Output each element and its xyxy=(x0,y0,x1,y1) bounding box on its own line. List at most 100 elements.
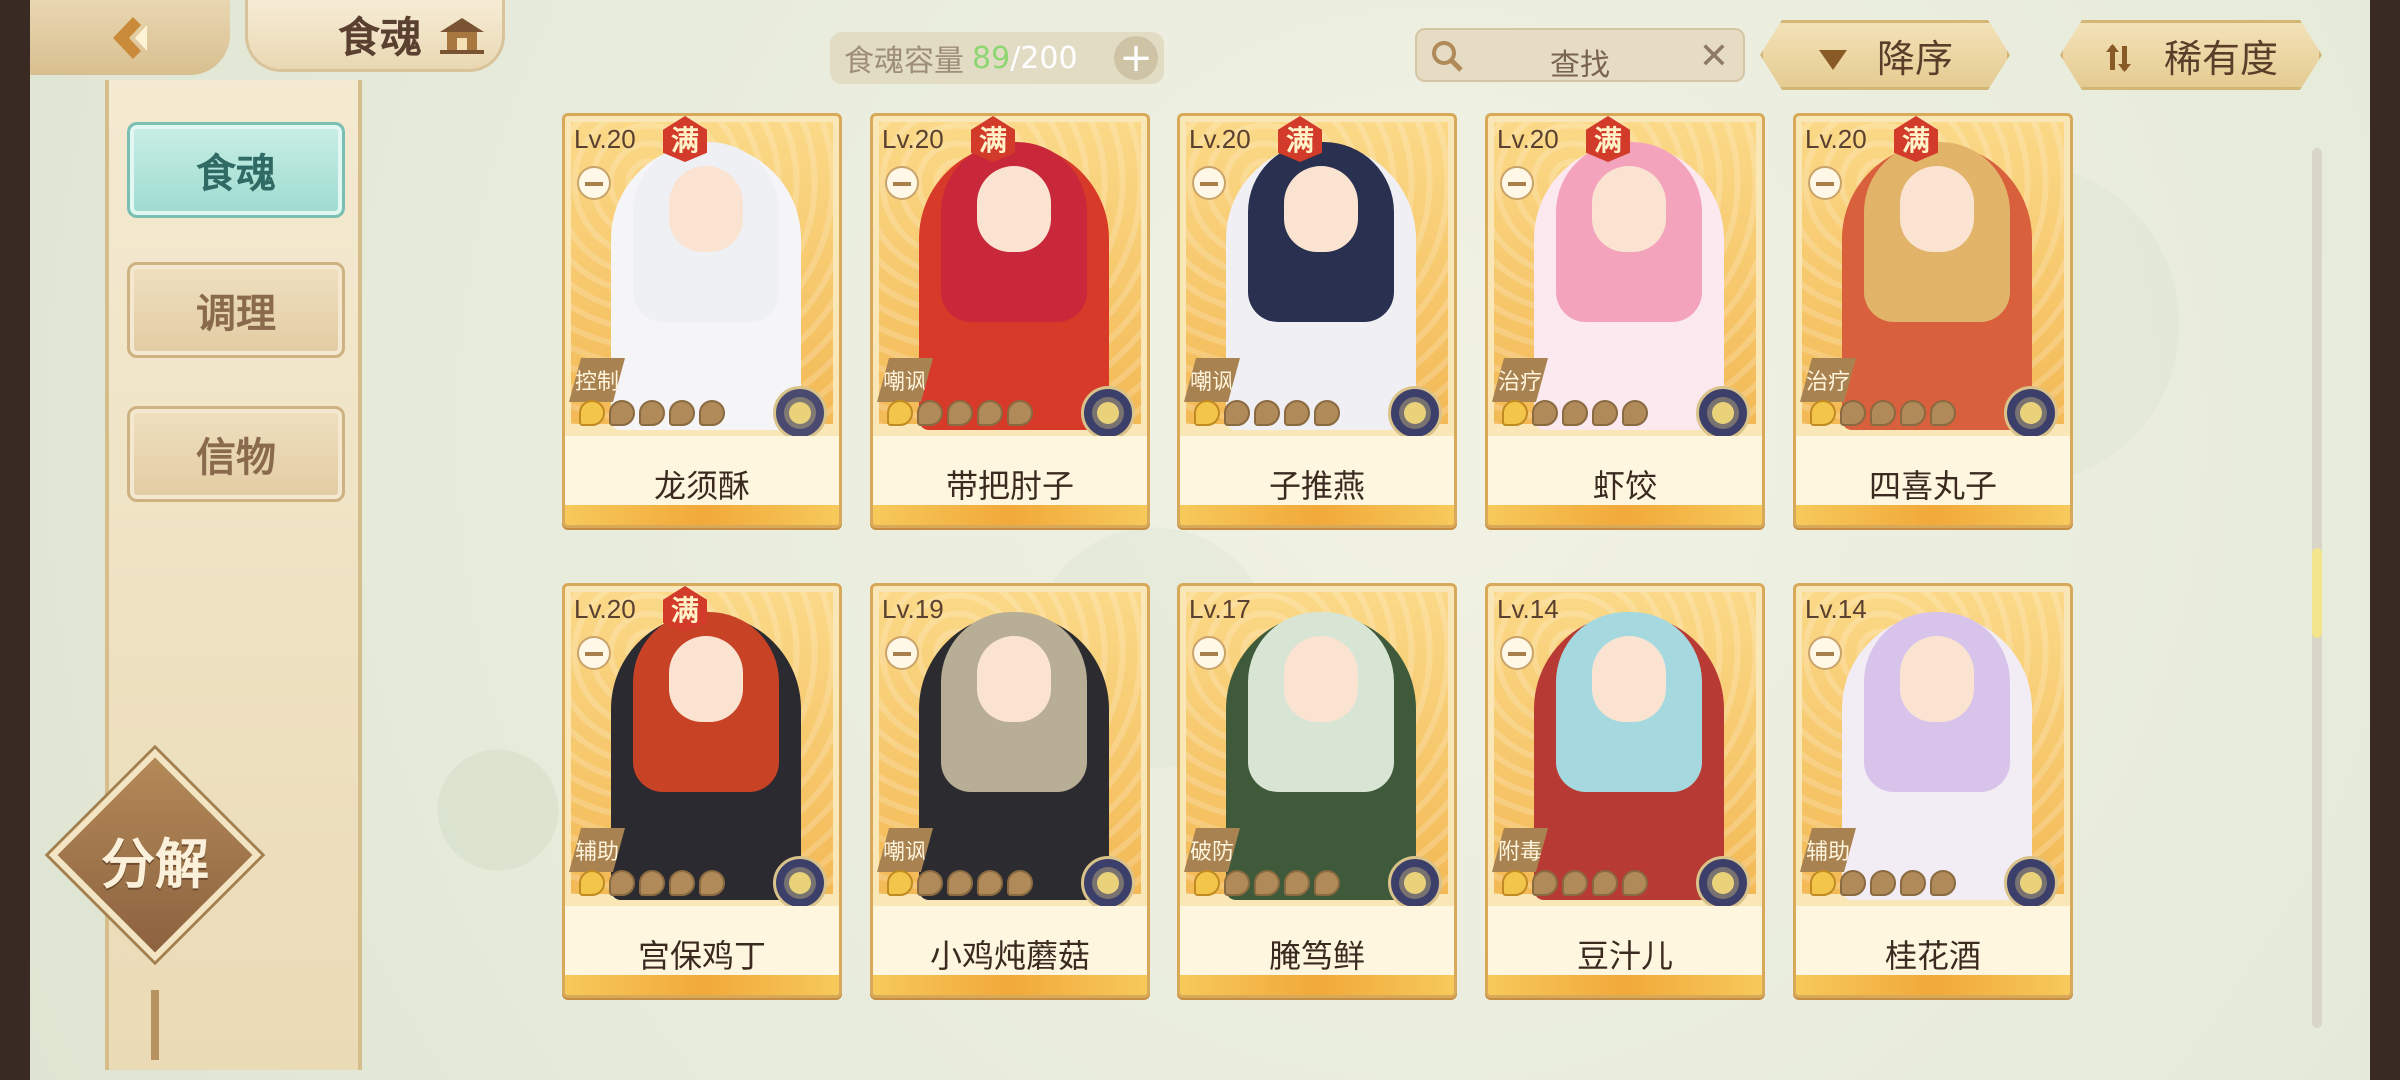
food-soul-card[interactable]: Lv.20 满 治疗 四喜丸子 xyxy=(1793,113,2073,528)
card-bottom-band xyxy=(873,975,1147,995)
back-button[interactable] xyxy=(30,0,230,75)
star-icon xyxy=(1007,870,1033,896)
star-icon xyxy=(917,400,943,426)
character-face xyxy=(1592,166,1666,252)
star-icon xyxy=(1592,400,1618,426)
scrollbar[interactable] xyxy=(2312,148,2322,1028)
star-icon xyxy=(1502,870,1528,896)
star-icon xyxy=(1930,870,1956,896)
character-name: 带把肘子 xyxy=(945,467,1074,505)
swap-icon xyxy=(2104,39,2136,71)
card-bottom-band xyxy=(1488,975,1762,995)
bowl-icon xyxy=(577,166,611,200)
star-icon xyxy=(1870,870,1896,896)
star-icon xyxy=(699,400,725,426)
level-label: Lv.20 xyxy=(1189,124,1251,154)
character-name: 四喜丸子 xyxy=(1868,467,1997,505)
level-label: Lv.14 xyxy=(1497,594,1559,624)
scrollbar-thumb[interactable] xyxy=(2312,548,2322,638)
decompose-label[interactable]: 分解 xyxy=(75,820,235,899)
star-rating xyxy=(1194,400,1340,426)
star-icon xyxy=(639,870,665,896)
game-screen: 食魂 食魂容量 89 / 200 + 查找 ✕ 降序 稀有度 食魂 调理 信物 … xyxy=(30,0,2370,1080)
star-icon xyxy=(1254,870,1280,896)
home-icon[interactable] xyxy=(440,18,484,54)
food-soul-card[interactable]: Lv.20 满 嘲讽 带把肘子 xyxy=(870,113,1150,528)
capacity-indicator: 食魂容量 89 / 200 + xyxy=(830,32,1164,84)
star-icon xyxy=(579,870,605,896)
element-icon xyxy=(1081,856,1135,910)
element-icon xyxy=(2004,386,2058,440)
sidebar-item-xinwu[interactable]: 信物 xyxy=(127,406,345,502)
card-bottom-band xyxy=(1796,505,2070,525)
sort-down-icon xyxy=(1817,39,1849,71)
card-bottom-band xyxy=(1180,975,1454,995)
bowl-icon xyxy=(1808,166,1842,200)
star-icon xyxy=(1810,870,1836,896)
character-face xyxy=(1284,636,1358,722)
card-bottom-band xyxy=(873,505,1147,525)
card-bottom-band xyxy=(565,505,839,525)
star-icon xyxy=(1870,400,1896,426)
star-rating xyxy=(1810,400,1956,426)
search-placeholder: 查找 xyxy=(1550,48,1610,83)
sort-order-button[interactable]: 降序 xyxy=(1760,20,2010,90)
search-field[interactable]: 查找 ✕ xyxy=(1415,28,1745,83)
food-soul-card[interactable]: Lv.20 满 辅助 宫保鸡丁 xyxy=(562,583,842,998)
title-tab: 食魂 xyxy=(245,0,505,72)
food-soul-card[interactable]: Lv.19 嘲讽 小鸡炖蘑菇 xyxy=(870,583,1150,998)
food-soul-card[interactable]: Lv.20 满 嘲讽 子推燕 xyxy=(1177,113,1457,528)
star-icon xyxy=(947,870,973,896)
star-rating xyxy=(887,400,1033,426)
star-icon xyxy=(1622,870,1648,896)
bowl-icon xyxy=(1192,166,1226,200)
level-label: Lv.20 xyxy=(574,124,636,154)
food-soul-card[interactable]: Lv.14 辅助 桂花酒 xyxy=(1793,583,2073,998)
star-icon xyxy=(1254,400,1280,426)
food-soul-card[interactable]: Lv.17 破防 腌笃鲜 xyxy=(1177,583,1457,998)
bowl-icon xyxy=(885,636,919,670)
food-soul-card[interactable]: Lv.14 附毒 豆汁儿 xyxy=(1485,583,1765,998)
add-capacity-button[interactable]: + xyxy=(1114,36,1158,80)
sidebar-item-shihun[interactable]: 食魂 xyxy=(127,122,345,218)
star-icon xyxy=(917,870,943,896)
food-soul-card[interactable]: Lv.20 满 治疗 虾饺 xyxy=(1485,113,1765,528)
back-arrow-icon xyxy=(103,11,157,65)
character-name: 桂花酒 xyxy=(1884,937,1981,975)
star-icon xyxy=(1224,400,1250,426)
star-icon xyxy=(977,400,1003,426)
star-icon xyxy=(1562,870,1588,896)
sort-order-label: 降序 xyxy=(1876,36,1953,81)
element-icon xyxy=(773,386,827,440)
star-icon xyxy=(1562,400,1588,426)
character-face xyxy=(669,636,743,722)
food-soul-card[interactable]: Lv.20 满 控制 龙须酥 xyxy=(562,113,842,528)
star-icon xyxy=(1532,400,1558,426)
star-icon xyxy=(1007,400,1033,426)
level-label: Lv.20 xyxy=(1805,124,1867,154)
star-icon xyxy=(947,400,973,426)
star-icon xyxy=(1900,400,1926,426)
card-bottom-band xyxy=(1180,505,1454,525)
level-label: Lv.20 xyxy=(1497,124,1559,154)
capacity-max: 200 xyxy=(1020,40,1078,76)
star-icon xyxy=(1532,870,1558,896)
bowl-icon xyxy=(885,166,919,200)
bowl-icon xyxy=(1500,636,1534,670)
character-face xyxy=(977,166,1051,252)
star-icon xyxy=(1314,400,1340,426)
character-face xyxy=(1900,166,1974,252)
star-icon xyxy=(1840,870,1866,896)
element-icon xyxy=(773,856,827,910)
element-icon xyxy=(1388,386,1442,440)
star-icon xyxy=(887,870,913,896)
star-icon xyxy=(1194,870,1220,896)
star-rating xyxy=(1810,870,1956,896)
sidebar-item-tiaoli[interactable]: 调理 xyxy=(127,262,345,358)
level-label: Lv.19 xyxy=(882,594,944,624)
clear-search-button[interactable]: ✕ xyxy=(1699,36,1729,77)
sort-rarity-button[interactable]: 稀有度 xyxy=(2060,20,2322,90)
card-bottom-band xyxy=(565,975,839,995)
star-icon xyxy=(609,400,635,426)
character-name: 豆汁儿 xyxy=(1576,937,1673,975)
